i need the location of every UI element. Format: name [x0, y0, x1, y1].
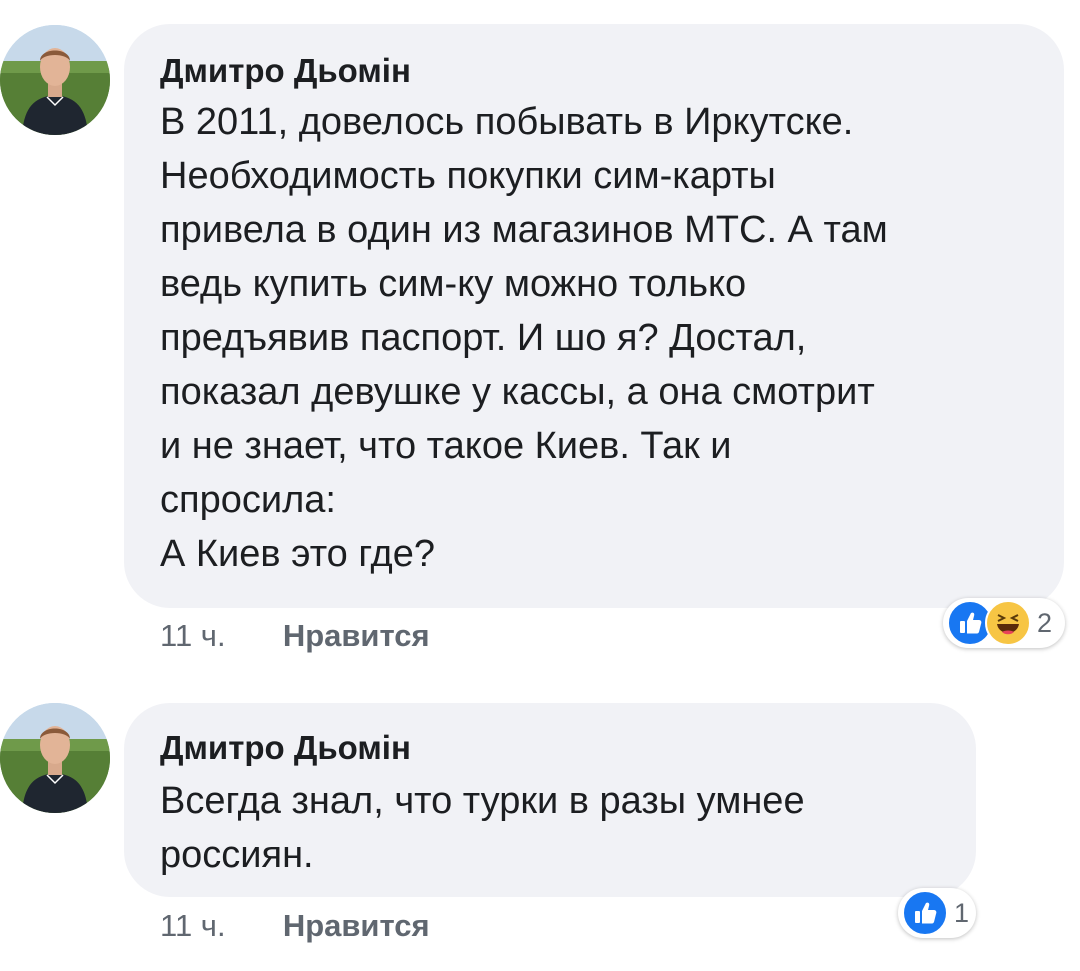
comment: Дмитро Дьомін Всегда знал, что турки в р…	[0, 0, 1080, 971]
reaction-summary[interactable]: 1	[898, 888, 976, 938]
avatar[interactable]	[0, 703, 110, 813]
comment-author[interactable]: Дмитро Дьомін	[160, 729, 411, 767]
avatar-image	[0, 703, 110, 813]
comment-meta: 11 ч. Нравится	[160, 908, 430, 944]
comment-text: Всегда знал, что турки в разы умнее росс…	[160, 774, 805, 882]
like-icon	[902, 890, 948, 936]
comment-text-line: россиян.	[160, 834, 314, 876]
comment-timestamp[interactable]: 11 ч.	[160, 908, 226, 943]
comment-text-line: Всегда знал, что турки в разы умнее	[160, 780, 805, 822]
reaction-count: 1	[954, 897, 970, 928]
comment-bubble: Дмитро Дьомін Всегда знал, что турки в р…	[124, 703, 976, 897]
like-button[interactable]: Нравится	[283, 908, 430, 943]
